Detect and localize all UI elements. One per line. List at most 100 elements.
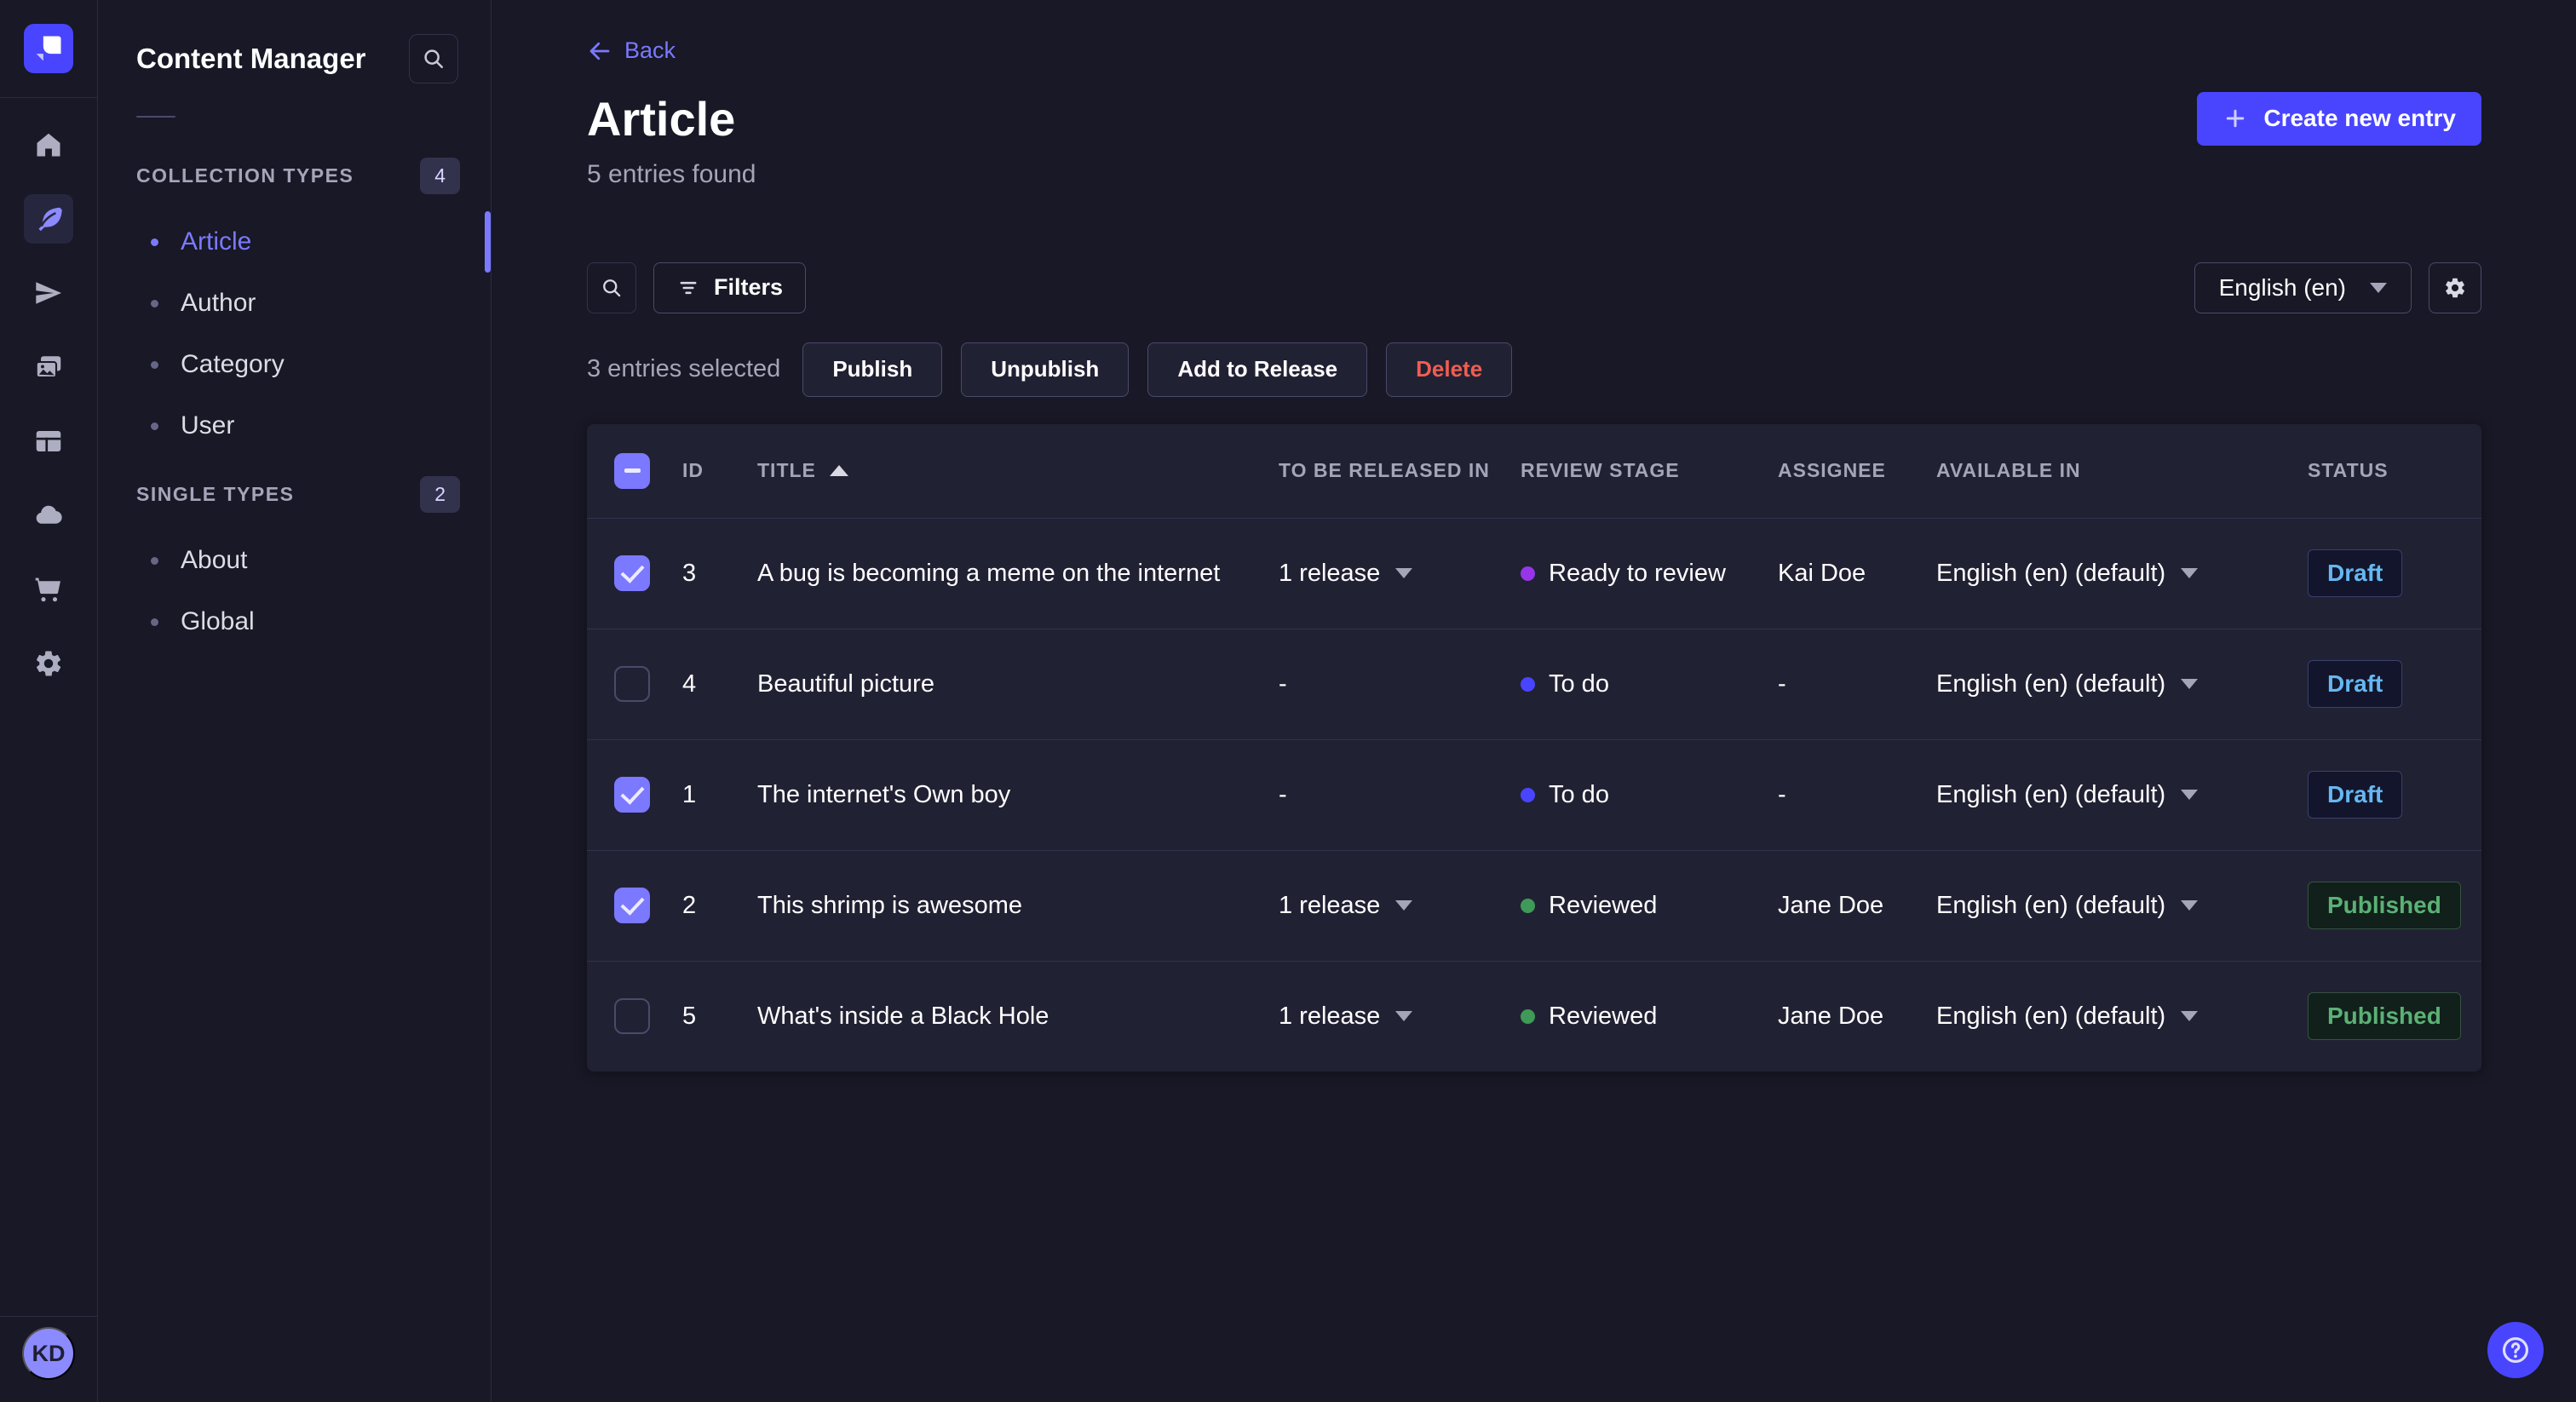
- sidebar-item-global[interactable]: Global: [98, 591, 491, 652]
- cell-available-in[interactable]: English (en) (default): [1936, 892, 2308, 920]
- table-header-row: ID TITLE TO BE RELEASED IN REVIEW STAGE …: [587, 424, 2481, 518]
- column-header-available-in[interactable]: AVAILABLE IN: [1936, 459, 2308, 482]
- content-type-builder-layout-icon[interactable]: [24, 417, 73, 466]
- releases-paper-plane-icon[interactable]: [24, 268, 73, 318]
- strapi-logo-icon: [36, 36, 61, 61]
- row-checkbox[interactable]: [614, 888, 650, 923]
- table-search-button[interactable]: [587, 261, 636, 313]
- chevron-down-icon: [1395, 1011, 1413, 1021]
- bullet-icon: [151, 422, 158, 430]
- home-icon[interactable]: [24, 120, 73, 170]
- select-all-checkbox[interactable]: [614, 452, 650, 489]
- publish-button[interactable]: Publish: [802, 342, 943, 397]
- status-badge: Published: [2308, 882, 2461, 929]
- back-link[interactable]: Back: [587, 37, 676, 64]
- bulk-actions: Publish Unpublish Add to Release Delete: [802, 342, 1513, 397]
- create-new-entry-label: Create new entry: [2263, 105, 2456, 131]
- help-button[interactable]: [2487, 1322, 2544, 1378]
- strapi-logo[interactable]: [24, 24, 73, 73]
- section-count-badge: 2: [420, 475, 460, 513]
- column-header-review-stage[interactable]: REVIEW STAGE: [1521, 459, 1778, 482]
- sidebar-item-author[interactable]: Author: [98, 273, 491, 334]
- cell-assignee: -: [1778, 780, 1786, 808]
- column-header-status[interactable]: STATUS: [2308, 459, 2481, 482]
- cell-available-in[interactable]: English (en) (default): [1936, 560, 2308, 588]
- cell-available-in[interactable]: English (en) (default): [1936, 781, 2308, 809]
- locale-select[interactable]: English (en): [2194, 261, 2412, 313]
- cell-to-be-released-in[interactable]: 1 release: [1279, 892, 1521, 920]
- create-new-entry-button[interactable]: Create new entry: [2197, 91, 2481, 146]
- unpublish-button[interactable]: Unpublish: [961, 342, 1130, 397]
- cell-status: Published: [2308, 992, 2481, 1040]
- entries-count: 5 entries found: [587, 159, 756, 188]
- locale-selected-value: English (en): [2218, 273, 2346, 301]
- main-nav-rail: KD: [0, 0, 98, 1402]
- stage-dot-icon: [1521, 898, 1535, 913]
- sidebar-search-button[interactable]: [409, 34, 458, 83]
- cell-title: A bug is becoming a meme on the internet: [757, 559, 1221, 587]
- row-select-cell: [587, 777, 682, 813]
- back-arrow-icon: [589, 42, 610, 60]
- row-checkbox[interactable]: [614, 998, 650, 1034]
- cell-title: Beautiful picture: [757, 669, 934, 698]
- marketplace-cart-icon[interactable]: [24, 565, 73, 614]
- stage-dot-icon: [1521, 566, 1535, 581]
- sort-ascending-icon: [829, 465, 848, 476]
- cell-to-be-released-in[interactable]: -: [1279, 670, 1521, 698]
- sidebar-item-category[interactable]: Category: [98, 334, 491, 395]
- sidebar-title: Content Manager: [136, 43, 366, 74]
- plus-icon: [2227, 109, 2245, 128]
- avatar[interactable]: KD: [22, 1327, 75, 1380]
- bullet-icon: [151, 556, 158, 565]
- row-select-cell: [587, 998, 682, 1034]
- column-header-id[interactable]: ID: [682, 459, 757, 482]
- sidebar-item-about[interactable]: About: [98, 530, 491, 591]
- cell-to-be-released-in[interactable]: 1 release: [1279, 560, 1521, 588]
- cell-assignee: Kai Doe: [1778, 559, 1866, 587]
- cell-available-in[interactable]: English (en) (default): [1936, 1003, 2308, 1031]
- content-manager-feather-icon[interactable]: [24, 194, 73, 244]
- column-header-title[interactable]: TITLE: [757, 459, 1279, 482]
- sidebar-item-article[interactable]: Article: [98, 211, 491, 273]
- cell-assignee: -: [1778, 669, 1786, 698]
- view-settings-button[interactable]: [2429, 261, 2481, 313]
- divider: [136, 116, 175, 118]
- media-library-images-icon[interactable]: [24, 342, 73, 392]
- cell-status: Draft: [2308, 660, 2481, 708]
- row-checkbox[interactable]: [614, 666, 650, 702]
- column-header-assignee[interactable]: ASSIGNEE: [1778, 459, 1936, 482]
- sidebar-item-label: Author: [181, 289, 256, 317]
- add-to-release-button[interactable]: Add to Release: [1147, 342, 1368, 397]
- deploy-cloud-icon[interactable]: [24, 491, 73, 540]
- settings-gear-icon[interactable]: [24, 639, 73, 688]
- sidebar-item-label: Article: [181, 227, 252, 256]
- cell-title: The internet's Own boy: [757, 780, 1011, 808]
- cell-review-stage: Reviewed: [1521, 892, 1778, 920]
- status-badge: Draft: [2308, 660, 2403, 708]
- table-body: 3 A bug is becoming a meme on the intern…: [587, 517, 2481, 1072]
- rail-icons: [24, 120, 73, 688]
- table-row[interactable]: 1 The internet's Own boy - To do - Engli…: [587, 738, 2481, 850]
- cell-to-be-released-in[interactable]: -: [1279, 781, 1521, 809]
- cell-assignee: Jane Doe: [1778, 891, 1884, 919]
- back-label: Back: [624, 37, 676, 63]
- bullet-icon: [151, 618, 158, 626]
- table-row[interactable]: 3 A bug is becoming a meme on the intern…: [587, 517, 2481, 629]
- cell-id: 1: [682, 780, 697, 808]
- sidebar-item-user[interactable]: User: [98, 395, 491, 457]
- cell-id: 3: [682, 559, 697, 587]
- table-row[interactable]: 2 This shrimp is awesome 1 release Revie…: [587, 849, 2481, 961]
- filters-button[interactable]: Filters: [653, 261, 807, 313]
- delete-button[interactable]: Delete: [1386, 342, 1513, 397]
- row-checkbox[interactable]: [614, 555, 650, 591]
- table-row[interactable]: 5 What's inside a Black Hole 1 release R…: [587, 960, 2481, 1072]
- row-select-cell: [587, 555, 682, 591]
- row-checkbox[interactable]: [614, 777, 650, 813]
- chevron-down-icon: [1395, 568, 1413, 578]
- table-row[interactable]: 4 Beautiful picture - To do - English (e…: [587, 628, 2481, 739]
- cell-review-stage: Ready to review: [1521, 560, 1778, 588]
- search-icon: [603, 279, 621, 296]
- cell-to-be-released-in[interactable]: 1 release: [1279, 1003, 1521, 1031]
- cell-available-in[interactable]: English (en) (default): [1936, 670, 2308, 698]
- column-header-to-be-released-in[interactable]: TO BE RELEASED IN: [1279, 459, 1521, 482]
